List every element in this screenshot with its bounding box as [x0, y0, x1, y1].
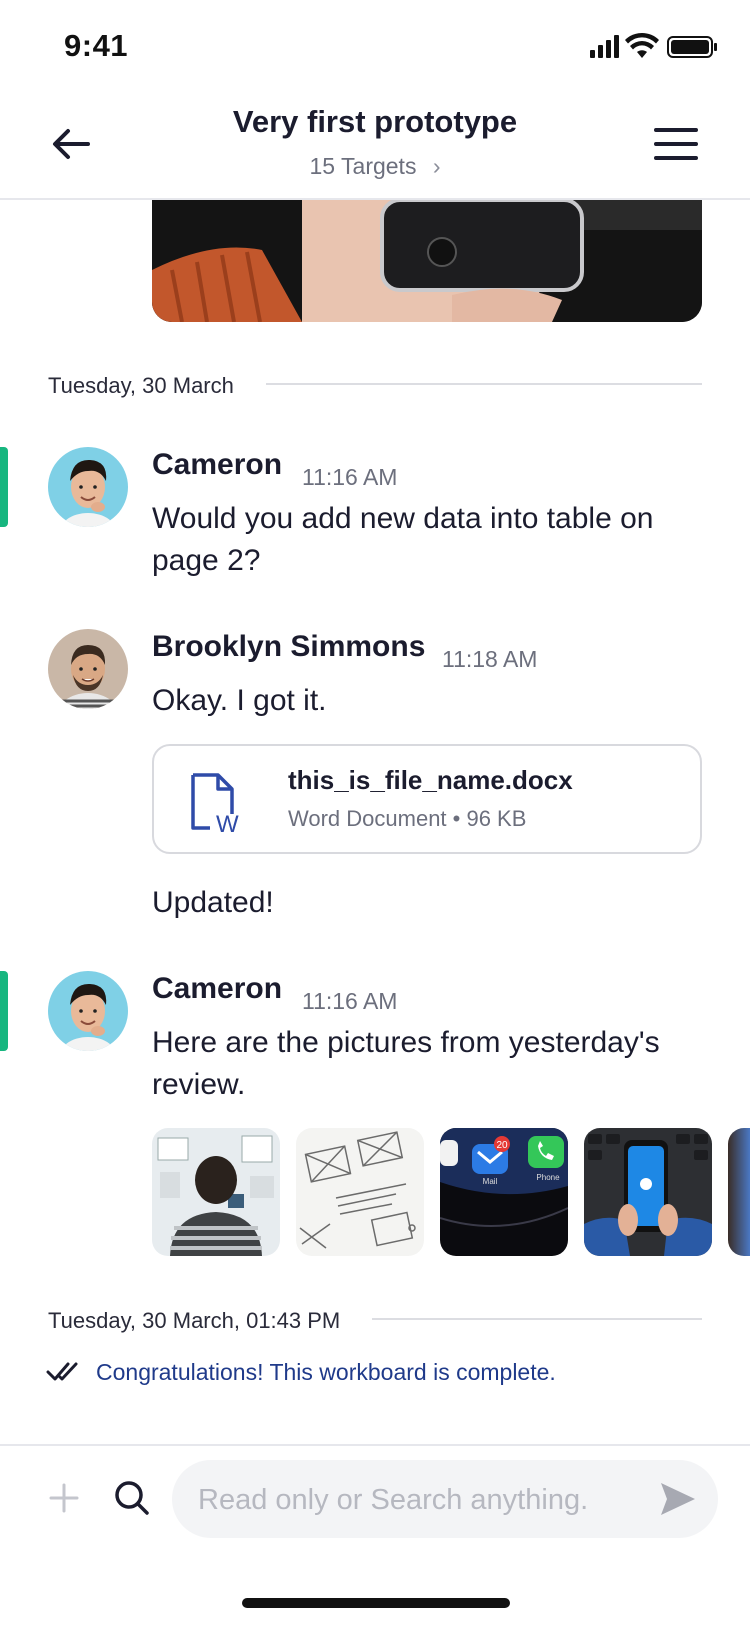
mail-app-label: Mail [483, 1177, 498, 1186]
file-name: this_is_file_name.docx [288, 765, 573, 795]
search-input[interactable] [196, 1460, 640, 1540]
wifi-icon [625, 32, 659, 58]
message-time: 11:18 AM [442, 646, 538, 672]
avatar-cameron[interactable] [48, 971, 128, 1051]
file-meta: Word Document • 96 KB [288, 806, 527, 831]
avatar-brooklyn-simmons[interactable] [48, 629, 128, 709]
phone-apps-photo[interactable]: 20 Mail Phone [440, 1128, 568, 1256]
search-icon[interactable] [114, 1480, 150, 1516]
targets-link[interactable]: 15 Targets › [0, 153, 750, 180]
targets-count: 15 Targets [309, 153, 417, 179]
hand-holding-phone-photo[interactable] [152, 200, 702, 322]
unread-accent-bar [0, 971, 8, 1051]
unread-accent-bar [0, 447, 8, 527]
home-indicator [242, 1598, 510, 1608]
plus-icon[interactable] [48, 1482, 80, 1514]
date-separator: Tuesday, 30 March, 01:43 PM [48, 1308, 341, 1333]
hamburger-menu-icon[interactable] [652, 124, 700, 164]
avatar-cameron[interactable] [48, 447, 128, 527]
message-author[interactable]: Brooklyn Simmons [152, 630, 425, 664]
date-divider-line [266, 383, 702, 385]
date-divider-line [372, 1318, 702, 1320]
message-text: Okay. I got it. [152, 684, 327, 717]
message-text: Here are the pictures from yesterday's r… [152, 1026, 660, 1101]
message-author[interactable]: Cameron [152, 448, 282, 482]
page-title: Very first prototype [232, 104, 518, 139]
send-icon[interactable] [658, 1479, 698, 1519]
message-text: Updated! [152, 886, 274, 919]
date-separator: Tuesday, 30 March [48, 373, 234, 398]
file-type-letter: W [216, 811, 239, 834]
message-time: 11:16 AM [302, 464, 398, 490]
message-time: 11:16 AM [302, 988, 398, 1014]
battery-icon [667, 36, 717, 58]
more-photos-thumbnail[interactable] [728, 1128, 750, 1256]
completion-message: Congratulations! This workboard is compl… [96, 1359, 556, 1385]
wireframe-sketch-photo[interactable] [296, 1128, 424, 1256]
signal-icon [590, 35, 619, 58]
phone-app-label: Phone [536, 1173, 560, 1182]
status-icons [590, 32, 717, 58]
whiteboard-photo[interactable] [152, 1128, 280, 1256]
phone-in-hands-photo[interactable] [584, 1128, 712, 1256]
chevron-right-icon: › [432, 153, 441, 179]
word-file-icon: W [191, 773, 239, 834]
double-check-icon [46, 1362, 78, 1381]
status-time: 9:41 [64, 28, 129, 63]
message-text: Would you add new data into table on pag… [152, 502, 654, 577]
message-author[interactable]: Cameron [152, 972, 282, 1006]
mail-badge: 20 [496, 1140, 508, 1151]
search-field[interactable] [172, 1460, 718, 1540]
